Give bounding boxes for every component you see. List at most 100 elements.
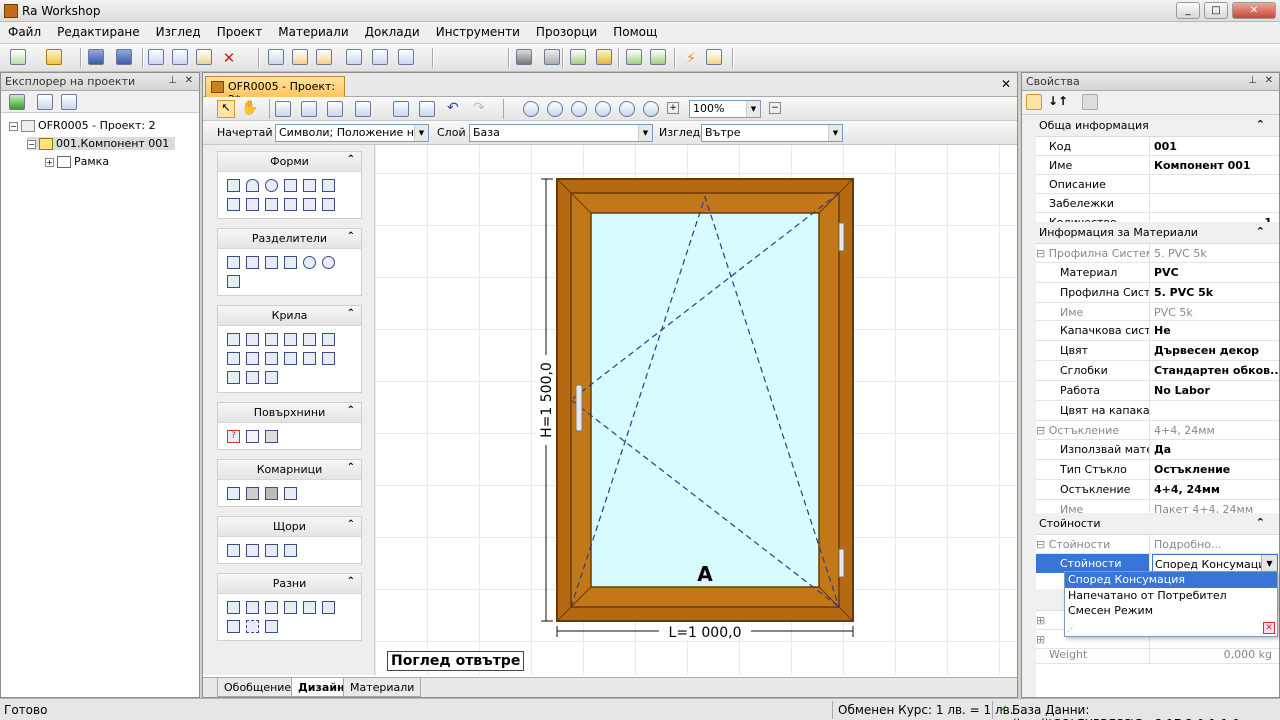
custom-shape-icon[interactable]: [322, 198, 335, 211]
sash-tilt-turn-icon[interactable]: [265, 333, 278, 346]
layer-select[interactable]: База ▼: [469, 124, 653, 142]
vertical-divider-icon[interactable]: [227, 256, 240, 269]
glass-surface-icon[interactable]: [246, 430, 259, 443]
pin-icon[interactable]: ⊥: [168, 75, 177, 86]
sash-fixed-icon[interactable]: [265, 371, 278, 384]
right-triangle-shape-icon[interactable]: [303, 179, 316, 192]
select-arrow-icon[interactable]: ↖: [217, 100, 235, 118]
chevron-down-icon[interactable]: ▼: [1261, 555, 1277, 572]
grid-icon-4[interactable]: [355, 101, 371, 117]
palette-header[interactable]: Щори ⌃: [218, 517, 361, 537]
resize-grip-icon[interactable]: ⋰: [1067, 624, 1075, 633]
multi-divider-icon[interactable]: [265, 256, 278, 269]
maximize-button[interactable]: □: [1204, 2, 1228, 19]
sash-pivot-icon[interactable]: [227, 352, 240, 365]
property-row-glazing[interactable]: Остъкление 4+4, 24мм: [1036, 480, 1279, 500]
window-handle[interactable]: [575, 384, 583, 432]
menu-materials[interactable]: Материали: [270, 22, 356, 44]
property-row-glass-type[interactable]: Тип Стъкло Остъкление: [1036, 460, 1279, 480]
dropdown-close-icon[interactable]: ✕: [1263, 622, 1275, 634]
menu-file[interactable]: Файл: [0, 22, 49, 44]
zoom-minus-icon[interactable]: −: [769, 102, 781, 114]
property-pages-icon[interactable]: [1082, 94, 1098, 110]
explorer-close-icon[interactable]: ✕: [185, 75, 193, 86]
grid-icon-2[interactable]: [301, 101, 317, 117]
calc-icon[interactable]: [372, 49, 390, 67]
property-row-material[interactable]: Материал PVC: [1036, 263, 1279, 283]
menu-view[interactable]: Изглед: [148, 22, 209, 44]
menu-project[interactable]: Проект: [209, 22, 271, 44]
property-row-fittings[interactable]: Сглобки Стандартен обков...: [1036, 361, 1279, 381]
sash-fold-4-icon[interactable]: [322, 352, 335, 365]
lightning-icon[interactable]: ⚡: [682, 49, 700, 67]
palette-header[interactable]: Разделители ⌃: [218, 229, 361, 249]
arc-divider-icon[interactable]: [303, 256, 316, 269]
zoom-extents-icon[interactable]: [619, 101, 635, 117]
undo-icon[interactable]: ↶: [447, 100, 459, 116]
slant-shape-icon[interactable]: [246, 198, 259, 211]
misc-frame-icon[interactable]: [265, 601, 278, 614]
screen-roller-icon[interactable]: [227, 487, 240, 500]
align-icon-2[interactable]: [419, 101, 435, 117]
property-row-labor[interactable]: Работа No Labor: [1036, 381, 1279, 401]
sash-sliding-icon[interactable]: [322, 333, 335, 346]
triangle-shape-icon[interactable]: [284, 179, 297, 192]
property-group-glazing[interactable]: ⊟ Остъкление 4+4, 24мм: [1036, 421, 1279, 440]
drawing-canvas[interactable]: H=1 500,0 L=1 000,0 A Поглед отвътре: [375, 145, 1017, 675]
property-row-description[interactable]: Описание: [1036, 175, 1279, 194]
palette-header[interactable]: Комарници ⌃: [218, 460, 361, 480]
menu-tools[interactable]: Инструменти: [428, 22, 528, 44]
tree-add-icon[interactable]: [626, 49, 644, 67]
sash-double-tilt-icon[interactable]: [303, 333, 316, 346]
tab-summary[interactable]: Обобщение: [217, 678, 299, 697]
screen-fixed-icon[interactable]: [246, 487, 259, 500]
property-row-use-material[interactable]: Използвай матери Да: [1036, 440, 1279, 460]
horizontal-divider-icon[interactable]: [246, 256, 259, 269]
print-icon[interactable]: [398, 49, 416, 67]
view-select[interactable]: Вътре ▼: [701, 124, 843, 142]
tree-view-icon[interactable]: [61, 94, 77, 110]
cube-icon[interactable]: [544, 49, 562, 67]
sash-arrow-icon[interactable]: [246, 352, 259, 365]
menu-help[interactable]: Помощ: [605, 22, 665, 44]
tree-node-component[interactable]: −001.Компонент 001: [27, 137, 176, 150]
property-row-color[interactable]: Цвят Дървесен декор: [1036, 341, 1279, 361]
copy-icon[interactable]: [172, 49, 190, 67]
category-materials[interactable]: Информация за Материали ⌃: [1036, 222, 1279, 244]
refresh-icon[interactable]: [9, 94, 25, 110]
screen-custom-icon[interactable]: [284, 487, 297, 500]
property-row-cap-system[interactable]: Капачкова систе Не: [1036, 321, 1279, 341]
misc-profile-icon[interactable]: [227, 601, 240, 614]
dropdown-option[interactable]: Напечатано от Потребител: [1065, 588, 1277, 603]
rectangle-shape-icon[interactable]: [227, 179, 240, 192]
circle-divider-icon[interactable]: [322, 256, 335, 269]
round-rect-shape-icon[interactable]: [303, 198, 316, 211]
trapezoid-shape-icon[interactable]: [227, 198, 240, 211]
category-general[interactable]: Обща информация ⌃: [1036, 115, 1279, 137]
tree-node-project[interactable]: − OFR0005 - Проект: 2: [9, 119, 156, 132]
sash-door-double-icon[interactable]: [246, 371, 259, 384]
delete-icon[interactable]: ✕: [220, 49, 238, 67]
zoom-all-icon[interactable]: [643, 101, 659, 117]
property-group-values[interactable]: ⊟ Стойности Подробно...: [1036, 535, 1279, 554]
menu-reports[interactable]: Доклади: [357, 22, 428, 44]
blind-venetian-icon[interactable]: [246, 544, 259, 557]
property-row-notes[interactable]: Забележки: [1036, 194, 1279, 213]
property-row-profile-name[interactable]: Име PVC 5k: [1036, 303, 1279, 322]
misc-sill-icon[interactable]: [246, 601, 259, 614]
component-edit-icon[interactable]: [316, 49, 334, 67]
sash-fold-3-icon[interactable]: [303, 352, 316, 365]
grid-divider-icon[interactable]: [284, 256, 297, 269]
misc-frame-left-icon[interactable]: [284, 601, 297, 614]
circle-shape-icon[interactable]: [265, 179, 278, 192]
unknown-surface-icon[interactable]: ?: [227, 430, 240, 443]
misc-inner-frame-icon[interactable]: [227, 620, 240, 633]
save-all-icon[interactable]: [116, 49, 134, 67]
save-icon[interactable]: [88, 49, 106, 67]
sash-fold-2-icon[interactable]: [284, 352, 297, 365]
palette-header[interactable]: Разни ⌃: [218, 574, 361, 594]
folder-add-icon[interactable]: [596, 49, 614, 67]
grid-icon-3[interactable]: [327, 101, 343, 117]
dropdown-option[interactable]: Според Консумация: [1065, 572, 1277, 588]
property-row-cap-color[interactable]: Цвят на капака: [1036, 401, 1279, 421]
